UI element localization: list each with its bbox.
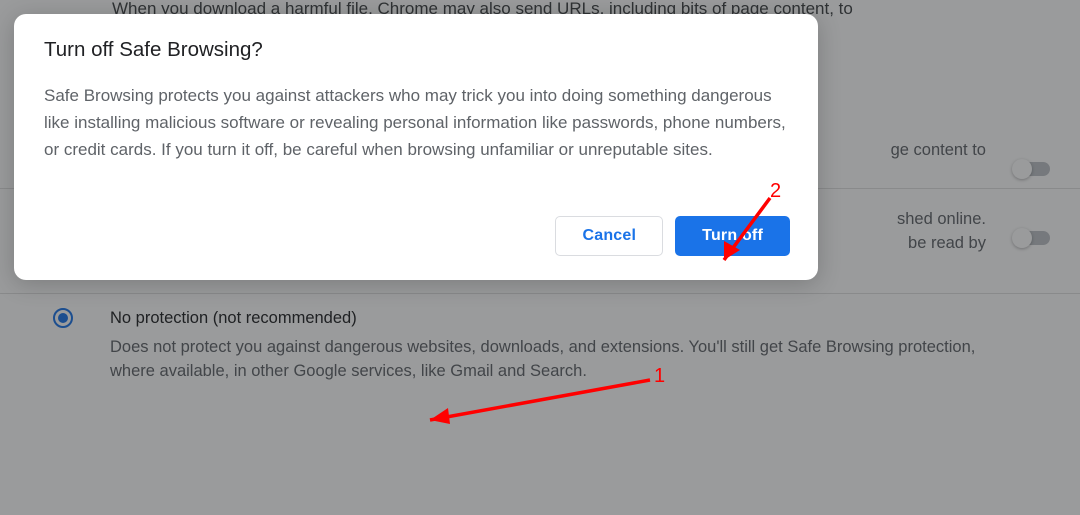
turn-off-button[interactable]: Turn off xyxy=(675,216,790,256)
cancel-button[interactable]: Cancel xyxy=(555,216,663,256)
dialog-actions: Cancel Turn off xyxy=(44,216,790,256)
dialog-title: Turn off Safe Browsing? xyxy=(44,38,790,62)
turn-off-safe-browsing-dialog: Turn off Safe Browsing? Safe Browsing pr… xyxy=(14,14,818,280)
dialog-body: Safe Browsing protects you against attac… xyxy=(44,82,790,164)
